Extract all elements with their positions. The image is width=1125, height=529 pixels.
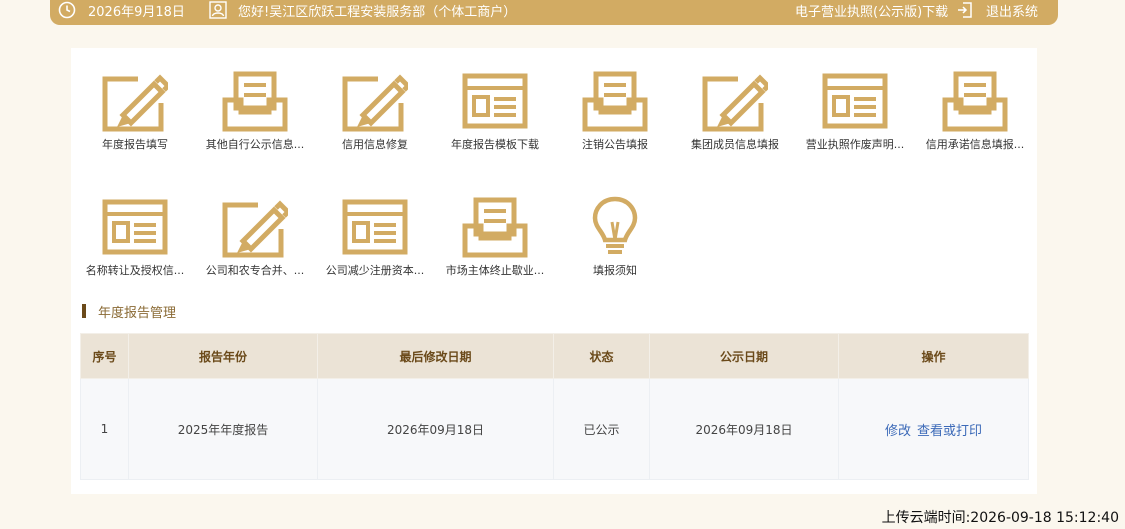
tile-label: 信用承诺信息填报... (925, 138, 1025, 151)
tile-label: 集团成员信息填报 (691, 138, 779, 151)
tile-group-member[interactable]: 集团成员信息填报 (680, 70, 790, 170)
tile-label: 公司减少注册资本... (325, 264, 425, 277)
tile-cancellation-notice[interactable]: 注销公告填报 (560, 70, 670, 170)
view-print-link[interactable]: 查看或打印 (917, 424, 982, 439)
table-row: 1 2025年年度报告 2026年09月18日 已公示 2026年09月18日 … (80, 378, 1029, 480)
inbox-icon (462, 197, 528, 258)
user-icon (209, 1, 227, 19)
lightbulb-icon (592, 196, 638, 254)
section-title: 年度报告管理 (82, 302, 177, 321)
col-header-modified: 最后修改日期 (317, 333, 554, 379)
logout-icon (958, 2, 972, 18)
license-download-link[interactable]: 电子营业执照(公示版)下载 (795, 0, 948, 20)
logout-button[interactable]: 退出系统 (956, 0, 1038, 20)
window-icon (462, 73, 528, 129)
tile-label: 市场主体终止歇业... (445, 264, 545, 277)
cell-year: 2025年年度报告 (128, 378, 318, 480)
tile-capital-reduction[interactable]: 公司减少注册资本... (320, 196, 430, 296)
tile-business-termination[interactable]: 市场主体终止歇业... (440, 196, 550, 296)
tile-merger[interactable]: 公司和农专合并、... (200, 196, 310, 296)
tile-filling-notice[interactable]: 填报须知 (560, 196, 670, 296)
top-bar: 2026年9月18日 您好!吴江区欣跃工程安装服务部（个体工商户） 电子营业执照… (50, 0, 1058, 25)
annual-report-table: 序号 报告年份 最后修改日期 状态 公示日期 操作 1 2025年年度报告 20… (80, 333, 1029, 480)
tile-label: 年度报告模板下载 (451, 138, 539, 151)
tile-label: 填报须知 (593, 264, 637, 277)
pencil-icon (342, 74, 408, 132)
greeting-text: 您好!吴江区欣跃工程安装服务部（个体工商户） (238, 4, 517, 20)
inbox-icon (222, 71, 288, 132)
inbox-icon (582, 71, 648, 132)
inbox-icon (942, 71, 1008, 132)
main-panel: 年度报告填写 其他自行公示信息... 信用信息修复 年度报告模板下载 注销公告填… (71, 48, 1037, 494)
tile-annual-report-fill[interactable]: 年度报告填写 (80, 70, 190, 170)
table-header-row: 序号 报告年份 最后修改日期 状态 公示日期 操作 (80, 333, 1029, 379)
section-title-text: 年度报告管理 (98, 305, 177, 321)
pencil-icon (102, 74, 168, 132)
col-header-year: 报告年份 (128, 333, 318, 379)
tile-label: 名称转让及授权信... (85, 264, 185, 277)
tile-label: 公司和农专合并、... (205, 264, 305, 277)
tile-name-transfer[interactable]: 名称转让及授权信... (80, 196, 190, 296)
tile-label: 注销公告填报 (582, 138, 648, 151)
cell-index: 1 (80, 378, 129, 480)
pencil-icon (222, 200, 288, 258)
date-display: 2026年9月18日 (58, 0, 185, 20)
cell-modified: 2026年09月18日 (317, 378, 554, 480)
cell-status: 已公示 (553, 378, 650, 480)
tile-template-download[interactable]: 年度报告模板下载 (440, 70, 550, 170)
edit-link[interactable]: 修改 (885, 424, 911, 439)
tile-label: 年度报告填写 (102, 138, 168, 151)
tile-label: 其他自行公示信息... (205, 138, 305, 151)
window-icon (102, 199, 168, 255)
clock-icon (58, 1, 76, 19)
logout-label: 退出系统 (986, 4, 1039, 20)
tile-label: 营业执照作废声明... (805, 138, 905, 151)
pencil-icon (702, 74, 768, 132)
cell-actions: 修改 查看或打印 (838, 378, 1029, 480)
date-text: 2026年9月18日 (88, 4, 185, 20)
section-marker (82, 304, 86, 318)
tile-other-disclosure[interactable]: 其他自行公示信息... (200, 70, 310, 170)
col-header-published: 公示日期 (649, 333, 839, 379)
col-header-actions: 操作 (838, 333, 1029, 379)
tile-label: 信用信息修复 (342, 138, 408, 151)
upload-time: 上传云端时间:2026-09-18 15:12:40 (881, 510, 1119, 526)
window-icon (342, 199, 408, 255)
tile-credit-repair[interactable]: 信用信息修复 (320, 70, 430, 170)
tile-license-void[interactable]: 营业执照作废声明... (800, 70, 910, 170)
user-greeting: 您好!吴江区欣跃工程安装服务部（个体工商户） (208, 0, 516, 20)
tile-credit-commitment[interactable]: 信用承诺信息填报... (920, 70, 1030, 170)
cell-published: 2026年09月18日 (649, 378, 839, 480)
window-icon (822, 73, 888, 129)
col-header-status: 状态 (553, 333, 650, 379)
col-header-index: 序号 (80, 333, 129, 379)
